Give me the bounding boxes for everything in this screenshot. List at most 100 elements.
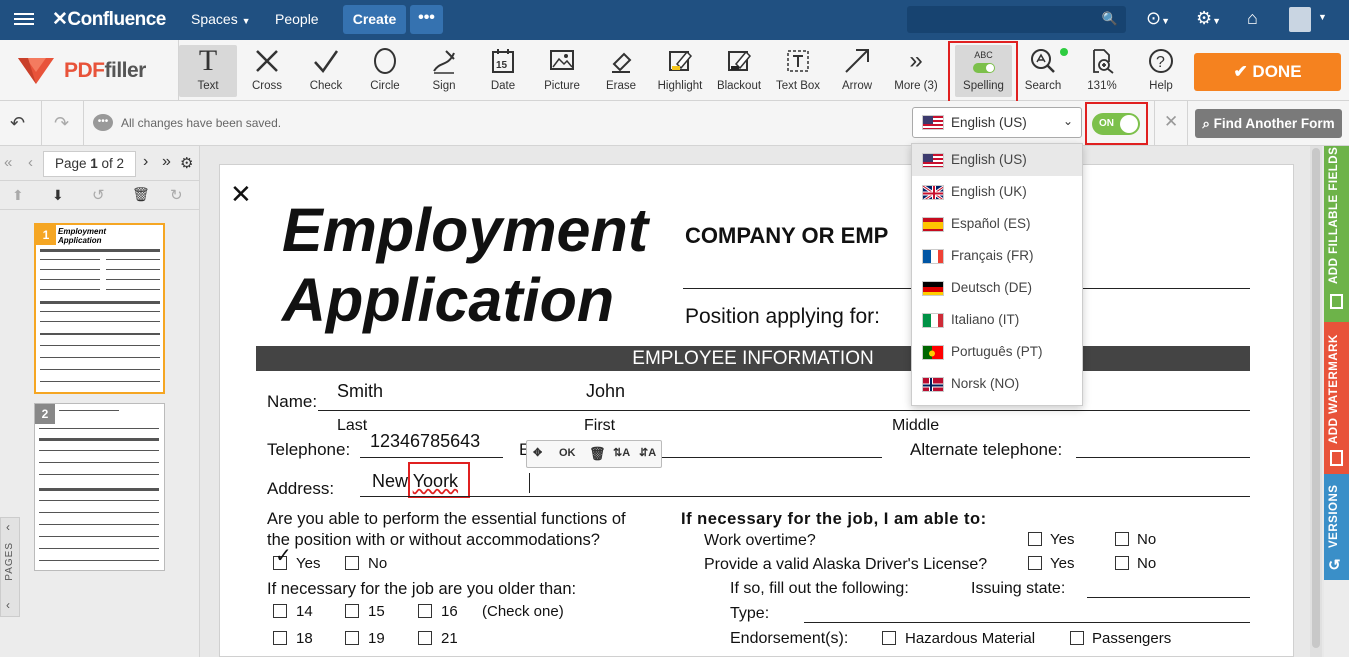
first-name-value[interactable]: John xyxy=(586,381,625,402)
status-bar: ↶ ↷ ••• All changes have been saved. Eng… xyxy=(0,101,1349,146)
first-page-icon[interactable]: « xyxy=(4,154,12,171)
flag-uk-icon xyxy=(922,185,944,200)
language-option-it[interactable]: Italiano (IT) xyxy=(912,304,1082,336)
document-scrollbar[interactable] xyxy=(1310,146,1322,657)
tool-zoom[interactable]: 131% xyxy=(1073,45,1131,97)
ok-button[interactable]: OK xyxy=(559,447,576,459)
spellcheck-toggle[interactable]: ON xyxy=(1087,104,1147,144)
license-no-checkbox[interactable] xyxy=(1115,556,1129,570)
menu-icon[interactable] xyxy=(14,10,34,30)
redo-icon[interactable]: ↷ xyxy=(54,113,69,134)
delete-page-icon[interactable]: 🗑 xyxy=(132,186,150,203)
confluence-x-icon: ✕ xyxy=(52,9,68,30)
textbox-icon xyxy=(769,45,827,77)
undo-icon[interactable]: ↶ xyxy=(10,113,25,134)
tool-check[interactable]: Check xyxy=(297,45,355,97)
overtime-yes-checkbox[interactable] xyxy=(1028,532,1042,546)
language-option-pt[interactable]: Português (PT) xyxy=(912,336,1082,368)
tool-picture[interactable]: Picture xyxy=(533,45,591,97)
age-18-checkbox[interactable] xyxy=(273,631,287,645)
rotate-right-icon[interactable]: ↻ xyxy=(170,186,183,204)
license-yes-checkbox[interactable] xyxy=(1028,556,1042,570)
age-14-checkbox[interactable] xyxy=(273,604,287,618)
passengers-checkbox[interactable] xyxy=(1070,631,1084,645)
language-dropdown: English (US) English (UK) Español (ES) F… xyxy=(911,143,1083,406)
tool-circle[interactable]: Circle xyxy=(356,45,414,97)
avatar-chevron-icon[interactable]: ▼ xyxy=(1318,12,1327,22)
pdffiller-logo-icon xyxy=(18,58,54,84)
prev-page-icon[interactable]: ‹ xyxy=(28,154,33,171)
cross-icon xyxy=(238,45,296,77)
spelling-icon: ABC xyxy=(955,45,1012,77)
language-option-en-us[interactable]: English (US) xyxy=(912,144,1082,176)
tool-textbox[interactable]: Text Box xyxy=(769,45,827,97)
next-page-icon[interactable]: › xyxy=(143,153,148,171)
chevron-left-icon: ‹ xyxy=(6,598,10,612)
language-option-fr[interactable]: Français (FR) xyxy=(912,240,1082,272)
language-option-no[interactable]: Norsk (NO) xyxy=(912,368,1082,400)
tool-erase[interactable]: Erase xyxy=(592,45,650,97)
tool-date[interactable]: 15 Date xyxy=(474,45,532,97)
flag-us-icon xyxy=(922,115,944,130)
age-16-checkbox[interactable] xyxy=(418,604,432,618)
checkmark-icon: ✓ xyxy=(275,545,292,567)
language-select[interactable]: English (US) ⌄ xyxy=(912,107,1082,138)
tool-blackout[interactable]: Blackout xyxy=(710,45,768,97)
nav-people[interactable]: People xyxy=(275,11,319,27)
tool-cross[interactable]: Cross xyxy=(238,45,296,97)
svg-text:15: 15 xyxy=(496,60,508,71)
language-option-en-uk[interactable]: English (UK) xyxy=(912,176,1082,208)
find-another-form-button[interactable]: ⌕ Find Another Form xyxy=(1195,109,1342,138)
last-page-icon[interactable]: » xyxy=(162,153,171,171)
tool-highlight[interactable]: Highlight xyxy=(651,45,709,97)
age-19-checkbox[interactable] xyxy=(345,631,359,645)
language-option-es[interactable]: Español (ES) xyxy=(912,208,1082,240)
age-21-checkbox[interactable] xyxy=(418,631,432,645)
move-up-icon[interactable]: ⬆ xyxy=(12,187,24,204)
rotate-left-icon[interactable]: ↺ xyxy=(92,186,105,204)
pages-tab[interactable]: ‹ PAGES ‹ xyxy=(0,517,20,617)
notifications-icon[interactable]: ⌂ xyxy=(1247,8,1258,29)
add-fillable-fields-tab[interactable]: ADD FILLABLE FIELDS xyxy=(1324,146,1349,322)
overtime-no-checkbox[interactable] xyxy=(1115,532,1129,546)
confluence-logo[interactable]: ✕Confluence xyxy=(52,8,166,31)
add-watermark-tab[interactable]: ADD WATERMARK xyxy=(1324,322,1349,474)
tool-more[interactable]: » More (3) xyxy=(887,45,945,97)
font-smaller-icon[interactable]: ⇵A xyxy=(639,446,656,459)
settings-gear-icon[interactable]: ⚙▼ xyxy=(1196,8,1221,29)
nav-spaces[interactable]: Spaces ▼ xyxy=(191,11,251,27)
move-icon[interactable]: ✥ xyxy=(533,446,542,459)
flag-es-icon xyxy=(922,217,944,232)
versions-tab[interactable]: VERSIONS ↺ xyxy=(1324,474,1349,580)
last-name-value[interactable]: Smith xyxy=(337,381,383,402)
tool-help[interactable]: ? Help xyxy=(1132,45,1190,97)
more-icon: » xyxy=(909,47,923,74)
page-thumbnail-2[interactable]: 2 xyxy=(34,403,165,571)
move-down-icon[interactable]: ⬇ xyxy=(52,187,64,204)
done-button[interactable]: ✔ DONE xyxy=(1194,53,1341,91)
tool-sign[interactable]: Sign xyxy=(415,45,473,97)
age-15-checkbox[interactable] xyxy=(345,604,359,618)
tool-arrow[interactable]: Arrow xyxy=(828,45,886,97)
page-indicator[interactable]: Page 1 of 2 xyxy=(43,151,136,177)
avatar[interactable] xyxy=(1289,7,1311,32)
no-checkbox[interactable] xyxy=(345,556,359,570)
section-header: EMPLOYEE INFORMATION xyxy=(256,346,1250,371)
page-settings-gear-icon[interactable]: ⚙ xyxy=(180,154,193,172)
delete-icon[interactable]: 🗑 xyxy=(589,446,606,462)
telephone-value[interactable]: 12346785643 xyxy=(370,431,480,452)
hazmat-checkbox[interactable] xyxy=(882,631,896,645)
page-thumbnail-1[interactable]: 1 Employment Application xyxy=(34,223,165,394)
close-icon[interactable]: ✕ xyxy=(1164,112,1178,132)
confluence-search-input[interactable]: 🔍 xyxy=(907,6,1126,33)
language-option-de[interactable]: Deutsch (DE) xyxy=(912,272,1082,304)
page-actions: ⬆ ⬇ ↺ 🗑 ↻ xyxy=(0,182,200,210)
tool-spelling[interactable]: ABC Spelling xyxy=(955,45,1012,97)
font-larger-icon[interactable]: ⇅A xyxy=(613,446,630,459)
tool-text[interactable]: T Text xyxy=(179,44,237,97)
help-icon[interactable]: ⊙▼ xyxy=(1146,8,1170,29)
document-page[interactable]: ✕ Employment Application COMPANY OR EMP … xyxy=(219,164,1294,657)
cross-mark[interactable]: ✕ xyxy=(230,181,252,207)
create-button[interactable]: Create xyxy=(343,5,406,34)
more-button[interactable]: ••• xyxy=(410,5,443,34)
